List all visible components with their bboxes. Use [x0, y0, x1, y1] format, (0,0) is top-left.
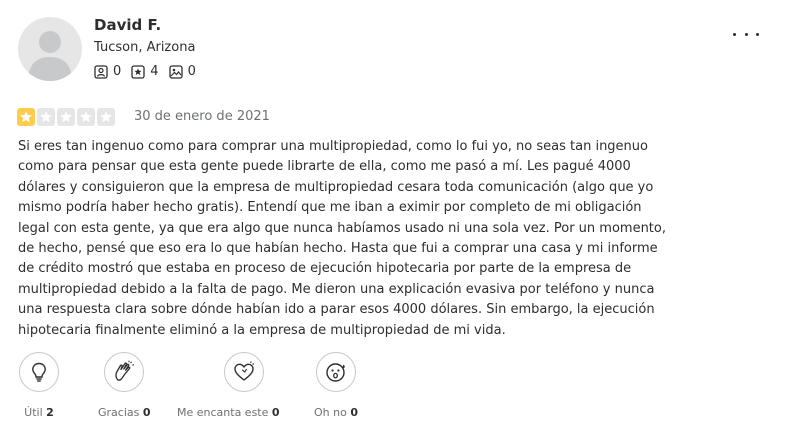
oh-no-count: 0: [350, 406, 358, 419]
reviews-count: 4: [150, 64, 159, 79]
love-label: Me encanta este 0: [177, 406, 280, 419]
thanks-label: Gracias 0: [98, 406, 151, 419]
user-location: Tucson, Arizona: [94, 40, 196, 55]
star-icon: [97, 108, 115, 126]
surprised-face-icon: [326, 363, 345, 382]
love-button[interactable]: [224, 352, 265, 392]
avatar[interactable]: [18, 17, 82, 81]
review-text: Si eres tan ingenuo como para comprar un…: [18, 139, 666, 338]
helpful-count: 2: [46, 406, 54, 419]
helpful-label: Útil 2: [24, 406, 54, 419]
helpful-label-text: Útil: [24, 406, 43, 419]
reviews-stat: 4: [131, 64, 159, 79]
helpful-reaction[interactable]: Útil 2: [19, 352, 59, 419]
friends-icon: [94, 64, 108, 79]
thanks-reaction[interactable]: Gracias 0: [98, 352, 151, 419]
photos-stat: 0: [168, 64, 196, 79]
oh-no-label: Oh no 0: [314, 406, 358, 419]
clapping-hands-icon: [115, 360, 135, 381]
star-rating: [17, 108, 115, 126]
thanks-count: 0: [142, 406, 151, 419]
photos-count: 0: [187, 64, 196, 79]
user-name[interactable]: David F.: [94, 16, 161, 34]
thanks-button[interactable]: [104, 352, 145, 392]
thanks-label-text: Gracias: [98, 406, 140, 419]
reviews-icon: [131, 64, 145, 79]
friends-stat: 0: [94, 64, 121, 79]
star-icon: [77, 108, 95, 126]
reactions-bar: Útil 2 Gracias 0 Me encanta este 0 Oh no…: [0, 352, 794, 432]
more-options-dot: [744, 32, 748, 36]
more-options-button[interactable]: [733, 24, 759, 44]
love-label-text: Me encanta este: [177, 406, 269, 419]
photos-icon: [168, 64, 183, 79]
user-stats: 0 4 0: [94, 64, 196, 79]
heart-icon: [234, 361, 255, 381]
love-reaction[interactable]: Me encanta este 0: [177, 352, 280, 419]
oh-no-button[interactable]: [315, 352, 356, 392]
star-icon: [57, 108, 75, 126]
oh-no-label-text: Oh no: [314, 406, 347, 419]
default-user-icon: [28, 31, 72, 81]
helpful-button[interactable]: [19, 352, 59, 392]
star-icon: [37, 108, 55, 126]
oh-no-reaction[interactable]: Oh no 0: [314, 352, 358, 419]
friends-count: 0: [113, 64, 122, 79]
more-options-dot: [756, 32, 759, 36]
love-count: 0: [271, 406, 280, 419]
review-date: 30 de enero de 2021: [134, 109, 270, 124]
lightbulb-icon: [32, 362, 46, 382]
more-options-icon: [733, 32, 736, 36]
star-icon: [17, 108, 35, 126]
